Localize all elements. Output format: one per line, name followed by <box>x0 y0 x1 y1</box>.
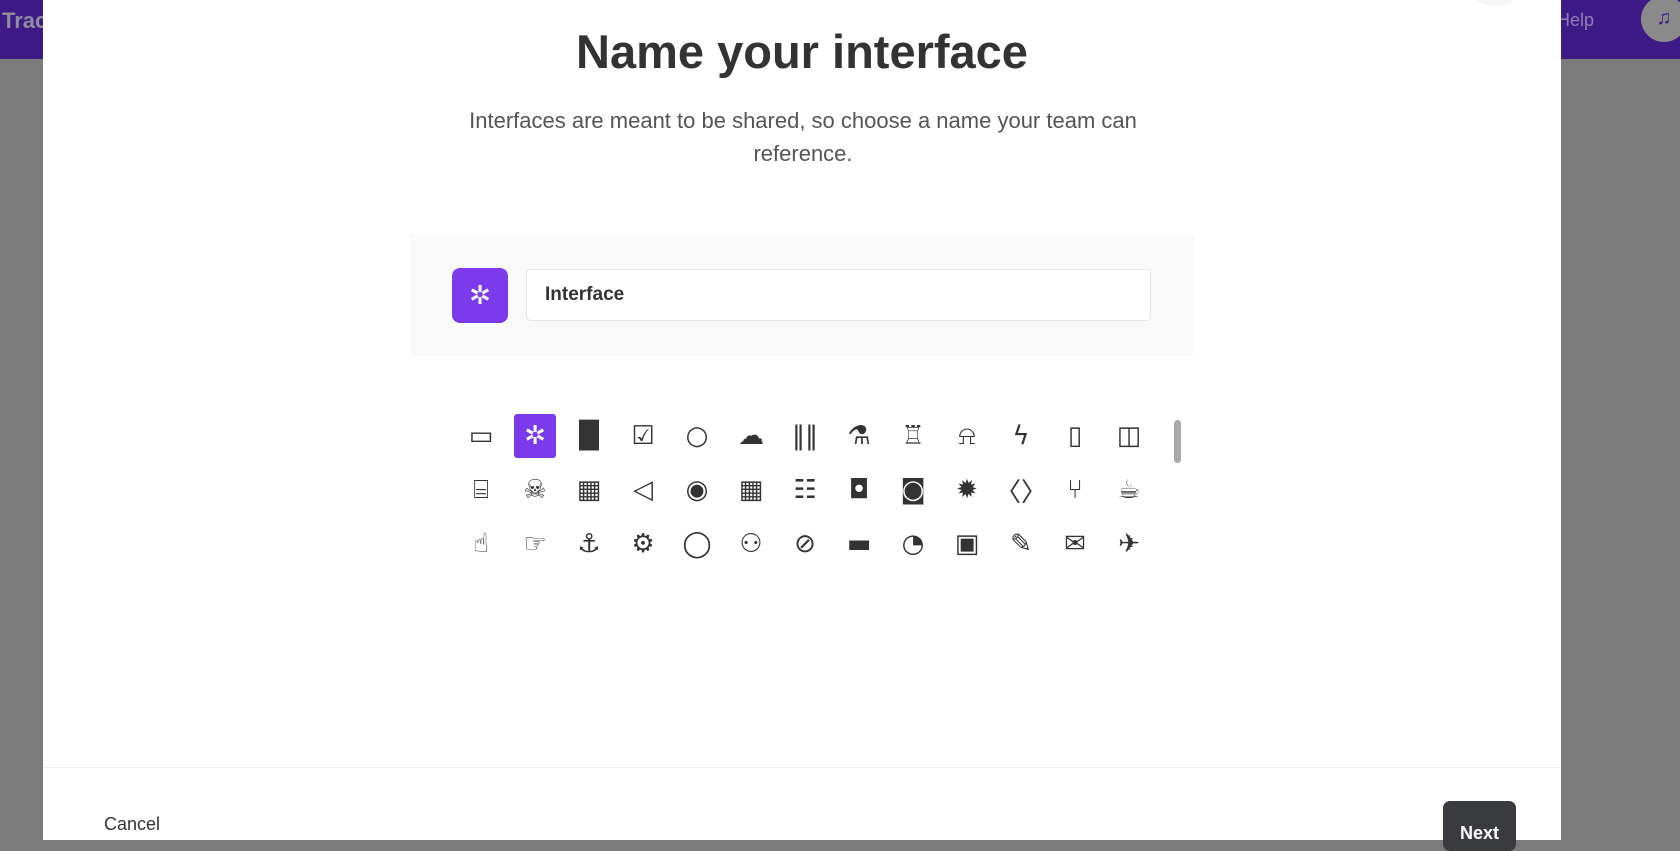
bolt-icon[interactable]: ϟ <box>994 414 1048 458</box>
name-panel: ✲ <box>410 234 1194 356</box>
subtitle: Interfaces are meant to be shared, so ch… <box>469 108 1137 166</box>
row4-m-icon[interactable]: ▬ <box>1102 576 1156 587</box>
briefcase-icon[interactable]: ⌸ <box>454 468 508 512</box>
calculator-icon[interactable]: ▦ <box>724 468 778 512</box>
credit-card-icon[interactable]: ▬ <box>832 522 886 566</box>
next-button[interactable]: Next <box>1443 801 1516 851</box>
app-brand[interactable]: Trac <box>2 8 47 34</box>
barcode-icon[interactable]: ‖‖ <box>778 414 832 458</box>
bullseye-icon[interactable]: ◉ <box>670 468 724 512</box>
flask-icon[interactable]: ⚗ <box>832 414 886 458</box>
desktop-icon[interactable]: ▣ <box>940 522 994 566</box>
close-button[interactable] <box>1473 0 1517 6</box>
name-interface-modal: Name your interface Interfaces are meant… <box>43 0 1561 851</box>
row4-f-icon[interactable]: ▬ <box>724 576 778 587</box>
row4-c-icon[interactable]: ▬ <box>562 576 616 587</box>
envelope-icon[interactable]: ✉ <box>1048 522 1102 566</box>
bell-icon[interactable]: ♫ <box>1641 0 1680 42</box>
plane-icon[interactable]: ✈ <box>1102 522 1156 566</box>
beer-icon[interactable]: ♖ <box>886 414 940 458</box>
row4-b-icon[interactable]: ▬ <box>508 576 562 587</box>
circle-icon[interactable]: ○ <box>670 414 724 458</box>
row4-e-icon[interactable]: ▬ <box>670 576 724 587</box>
comment-icon[interactable]: ◯ <box>670 522 724 566</box>
folder-icon[interactable]: ▭ <box>454 414 508 458</box>
row4-h-icon[interactable]: ▬ <box>832 576 886 587</box>
columns-icon[interactable]: ◫ <box>1102 414 1156 458</box>
help-link[interactable]: Help <box>1557 10 1594 31</box>
bar-chart-icon[interactable]: ▐▌ <box>562 414 616 458</box>
icon-row: ▬▬▬▬▬▬▬▬▬▬▬▬▬ <box>454 576 1174 587</box>
row4-g-icon[interactable]: ▬ <box>778 576 832 587</box>
row4-d-icon[interactable]: ▬ <box>616 576 670 587</box>
selected-asterisk-icon[interactable]: ✲ <box>452 268 508 323</box>
checkbox-icon[interactable]: ☑ <box>616 414 670 458</box>
icon-picker-grid: ▭ ✲ ▐▌ ☑ ○ ☁ ‖‖ ⚗ ♖ ⍾ ϟ ▯ ◫ ⌸ ☠ ▦ ◁ ◉ ▦ ☷ ◘ ◙ ✹ 〈〉 ⑂ ☕ ☝ ☞ ⚓ ⚙ ◯ ⚇ ⊘ ▬ ◔ ▣ ✎… <box>454 414 1174 587</box>
camera-icon[interactable]: ◘ <box>832 468 886 512</box>
icon-row: ⌸ ☠ ▦ ◁ ◉ ▦ ☷ ◘ ◙ ✹ 〈〉 ⑂ ☕ <box>454 468 1174 522</box>
comments-icon[interactable]: ⚇ <box>724 522 778 566</box>
bullhorn-icon[interactable]: ◁ <box>616 468 670 512</box>
compass-icon[interactable]: ⊘ <box>778 522 832 566</box>
hand-pointer-icon[interactable]: ☝ <box>454 522 508 566</box>
dashboard-icon[interactable]: ◔ <box>886 522 940 566</box>
row4-l-icon[interactable]: ▬ <box>1048 576 1102 587</box>
bug-icon[interactable]: ☠ <box>508 468 562 512</box>
calendar-icon[interactable]: ☷ <box>778 468 832 512</box>
code-icon[interactable]: 〈〉 <box>994 468 1048 512</box>
interface-name-input[interactable] <box>526 269 1151 321</box>
icon-row: ☝ ☞ ⚓ ⚙ ◯ ⚇ ⊘ ▬ ◔ ▣ ✎ ✉ ✈ <box>454 522 1174 576</box>
bell-icon[interactable]: ⍾ <box>940 414 994 458</box>
hand-right-icon[interactable]: ☞ <box>508 522 562 566</box>
icon-row: ▭ ✲ ▐▌ ☑ ○ ☁ ‖‖ ⚗ ♖ ⍾ ϟ ▯ ◫ <box>454 414 1174 468</box>
coffee-icon[interactable]: ☕ <box>1102 468 1156 512</box>
certificate-icon[interactable]: ✹ <box>940 468 994 512</box>
gears-icon[interactable]: ⚙ <box>616 522 670 566</box>
cloud-icon[interactable]: ☁ <box>724 414 778 458</box>
building-icon[interactable]: ▦ <box>562 468 616 512</box>
row4-k-icon[interactable]: ▬ <box>994 576 1048 587</box>
footer-divider <box>43 767 1561 768</box>
pencil-icon[interactable]: ✎ <box>994 522 1048 566</box>
book-icon[interactable]: ▯ <box>1048 414 1102 458</box>
asterisk-icon[interactable]: ✲ <box>514 414 556 458</box>
cancel-button[interactable]: Cancel <box>104 814 160 835</box>
code-fork-icon[interactable]: ⑂ <box>1048 468 1102 512</box>
row4-i-icon[interactable]: ▬ <box>886 576 940 587</box>
row4-a-icon[interactable]: ▬ <box>454 576 508 587</box>
camera-filled-icon[interactable]: ◙ <box>886 468 940 512</box>
icon-grid-scrollbar[interactable] <box>1174 420 1181 463</box>
page-title: Name your interface <box>576 25 1028 78</box>
row4-j-icon[interactable]: ▬ <box>940 576 994 587</box>
anchor-icon[interactable]: ⚓ <box>562 522 616 566</box>
